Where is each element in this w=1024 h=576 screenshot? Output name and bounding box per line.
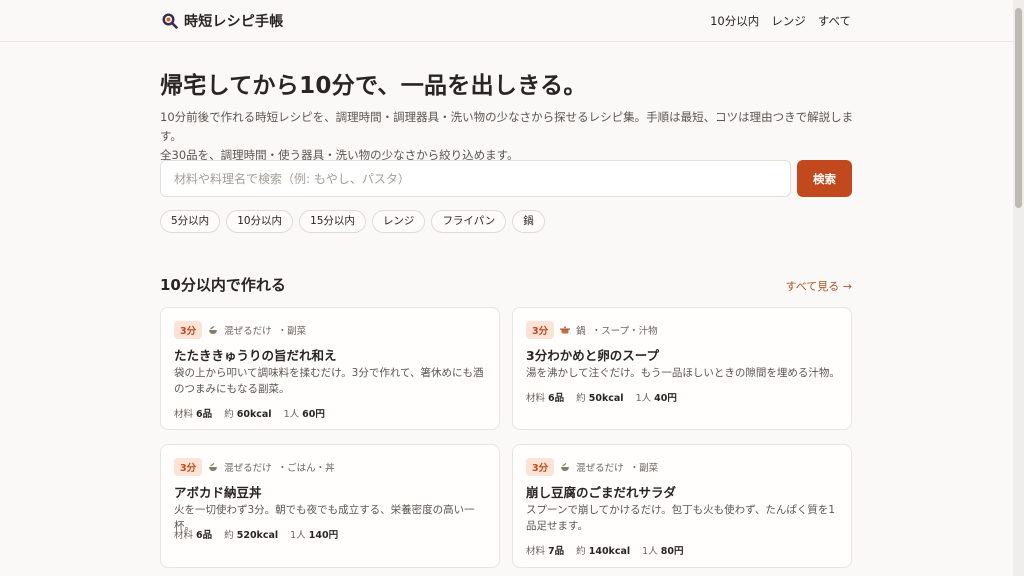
filter-chip-pot[interactable]: 鍋 [512, 210, 545, 233]
time-badge: 3分 [526, 321, 555, 339]
page-scrollbar[interactable] [1013, 0, 1024, 576]
scrollbar-thumb[interactable] [1015, 8, 1022, 208]
filter-chips: 5分以内 10分以内 15分以内 レンジ フライパン 鍋 [160, 210, 545, 233]
time-badge: 3分 [174, 458, 203, 476]
site-logo[interactable]: 時短レシピ手帳 [162, 11, 283, 31]
price-stat: 1人 40円 [635, 393, 677, 404]
ingredients-stat: 材料 7品 [526, 546, 565, 557]
category-label: ・ごはん・丼 [277, 463, 335, 474]
time-badge: 3分 [174, 321, 203, 339]
kcal-stat: 約 520kcal [224, 530, 279, 541]
recipe-description: 袋の上から叩いて調味料を揉むだけ。3分で作れて、箸休めにも酒のつまみにもなる副菜… [174, 367, 484, 395]
ingredients-stat: 材料 6品 [174, 530, 213, 541]
recipe-title: たたききゅうりの旨だれ和え [174, 348, 337, 363]
recipe-stats: 材料 6品 約 50kcal 1人 40円 [526, 390, 677, 404]
recipe-meta: 3分 鍋 ・スープ・汁物 [526, 321, 658, 339]
tool-label: 鍋 [576, 326, 586, 337]
magnifier-logo-icon [162, 13, 178, 29]
category-label: ・スープ・汁物 [591, 326, 658, 337]
category-label: ・副菜 [629, 463, 659, 474]
search-button[interactable]: 検索 [797, 160, 852, 197]
ingredients-stat: 材料 6品 [526, 393, 565, 404]
nav-item-10min[interactable]: 10分以内 [710, 13, 759, 29]
pot-icon [560, 325, 571, 335]
recipe-meta: 3分 混ぜるだけ ・ごはん・丼 [174, 458, 335, 476]
tool-label: 混ぜるだけ [224, 463, 272, 474]
nav-item-microwave[interactable]: レンジ [771, 13, 806, 29]
time-badge: 3分 [526, 458, 555, 476]
nav-item-all[interactable]: すべて [818, 13, 851, 29]
main-nav: 10分以内 レンジ すべて [710, 13, 851, 29]
bowl-icon [560, 462, 570, 472]
filter-chip-microwave[interactable]: レンジ [371, 210, 426, 233]
kcal-stat: 約 50kcal [576, 393, 624, 404]
recipe-card[interactable]: 3分 混ぜるだけ ・副菜 たたききゅうりの旨だれ和え 袋の上から叩いて調味料を揉… [160, 307, 500, 430]
hero-description-line-1: 10分前後で作れる時短レシピを、調理時間・調理器具・洗い物の少なさから探せるレシ… [160, 110, 854, 143]
recipe-title: 3分わかめと卵のスープ [526, 348, 659, 363]
ingredients-stat: 材料 6品 [174, 409, 213, 420]
filter-chip-5min[interactable]: 5分以内 [160, 210, 221, 233]
recipe-stats: 材料 6品 約 60kcal 1人 60円 [174, 406, 325, 420]
search-input[interactable] [160, 160, 791, 197]
recipe-meta: 3分 混ぜるだけ ・副菜 [174, 321, 306, 339]
bowl-icon [208, 325, 218, 335]
price-stat: 1人 60円 [283, 409, 325, 420]
recipe-title: アボカド納豆丼 [174, 485, 262, 500]
recipe-stats: 材料 6品 約 520kcal 1人 140円 [174, 527, 338, 541]
recipe-title: 崩し豆腐のごまだれサラダ [526, 485, 677, 500]
recipe-card[interactable]: 3分 混ぜるだけ ・ごはん・丼 アボカド納豆丼 火を一切使わず3分。朝でも夜でも… [160, 444, 500, 568]
site-title: 時短レシピ手帳 [184, 14, 284, 30]
tool-label: 混ぜるだけ [576, 463, 624, 474]
recipe-description: 湯を沸かして注ぐだけ。もう一品ほしいときの隙間を埋める汁物。 [526, 367, 840, 379]
filter-chip-frying-pan[interactable]: フライパン [431, 210, 507, 233]
kcal-stat: 約 60kcal [224, 409, 272, 420]
category-label: ・副菜 [277, 326, 307, 337]
hero-description: 10分前後で作れる時短レシピを、調理時間・調理器具・洗い物の少なさから探せるレシ… [160, 108, 860, 165]
hero-title: 帰宅してから10分で、一品を出しきる。 [160, 73, 587, 99]
section-title: 10分以内で作れる [160, 276, 286, 294]
bowl-icon [208, 462, 218, 472]
tool-label: 混ぜるだけ [224, 326, 272, 337]
filter-chip-10min[interactable]: 10分以内 [226, 210, 294, 233]
recipe-card[interactable]: 3分 鍋 ・スープ・汁物 3分わかめと卵のスープ 湯を沸かして注ぐだけ。もう一品… [512, 307, 852, 430]
see-all-link[interactable]: すべて見る → [785, 278, 852, 294]
recipe-card[interactable]: 3分 混ぜるだけ ・副菜 崩し豆腐のごまだれサラダ スプーンで崩してかけるだけ。… [512, 444, 852, 568]
kcal-stat: 約 140kcal [576, 546, 631, 557]
recipe-description: スプーンで崩してかけるだけ。包丁も火も使わず、たんぱく質を1品足せます。 [526, 504, 836, 532]
top-bar: 時短レシピ手帳 10分以内 レンジ すべて [0, 0, 1013, 42]
price-stat: 1人 140円 [290, 530, 339, 541]
filter-chip-15min[interactable]: 15分以内 [299, 210, 366, 233]
recipe-meta: 3分 混ぜるだけ ・副菜 [526, 458, 658, 476]
recipe-stats: 材料 7品 約 140kcal 1人 80円 [526, 543, 683, 557]
price-stat: 1人 80円 [642, 546, 684, 557]
